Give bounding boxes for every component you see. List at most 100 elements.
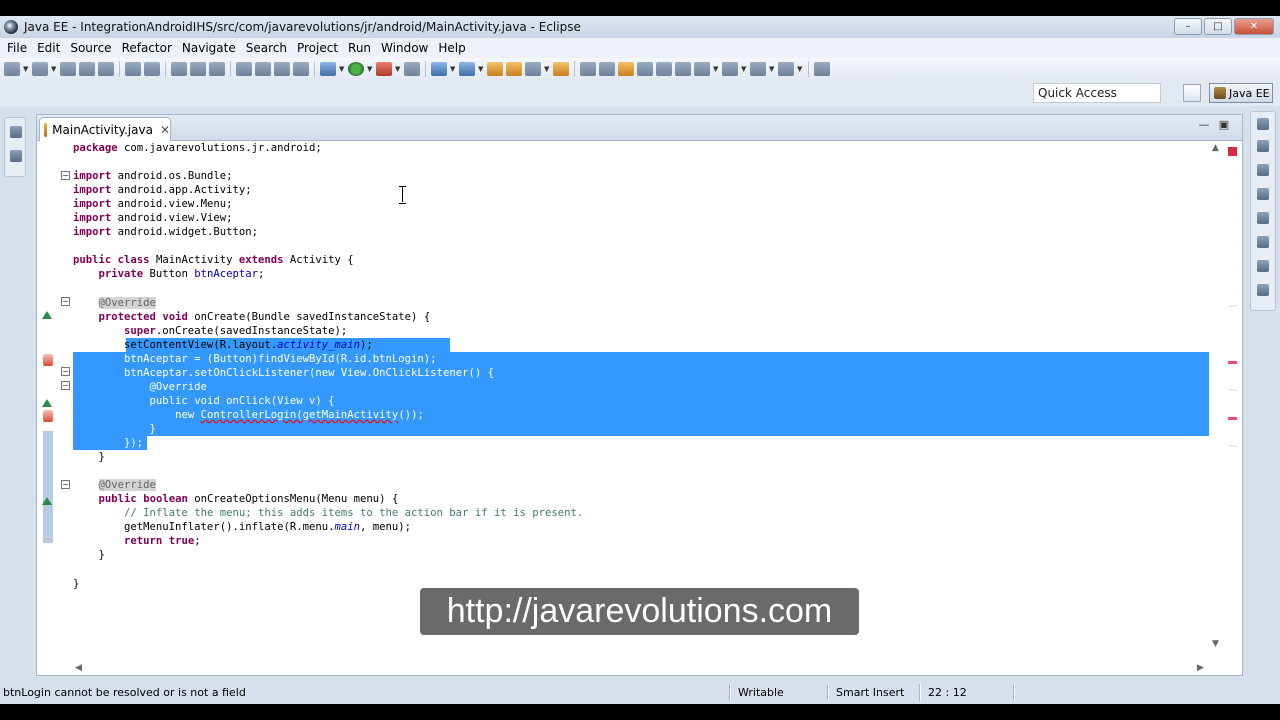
snippets-icon[interactable] [1257, 284, 1269, 296]
save-all-icon[interactable] [79, 62, 95, 76]
chevron-down-icon[interactable]: ▼ [713, 65, 719, 73]
vertical-scrollbar[interactable]: ▲ ▼ [1210, 141, 1222, 651]
maximize-editor-icon[interactable]: ▣ [1218, 119, 1230, 130]
forward-icon[interactable] [778, 62, 794, 76]
toggle-block-selection-icon[interactable] [599, 62, 615, 76]
server-icon[interactable] [404, 62, 420, 76]
chevron-down-icon[interactable]: ▼ [797, 65, 803, 73]
undo-icon[interactable] [190, 62, 206, 76]
overview-error-marker[interactable] [1228, 417, 1237, 420]
restore-icon[interactable] [1257, 118, 1269, 130]
scroll-up-icon[interactable]: ▲ [1212, 143, 1219, 153]
fold-toggle-icon[interactable]: − [61, 480, 70, 489]
error-summary-icon[interactable] [1228, 147, 1237, 156]
menu-project[interactable]: Project [292, 41, 343, 55]
error-marker-icon[interactable] [43, 354, 53, 366]
chevron-down-icon[interactable]: ▼ [51, 65, 57, 73]
chevron-down-icon[interactable]: ▼ [741, 65, 747, 73]
save-icon[interactable] [60, 62, 76, 76]
chevron-down-icon[interactable]: ▼ [769, 65, 775, 73]
pin-editor-icon[interactable] [814, 62, 830, 76]
horizontal-scrollbar[interactable]: ◀ ▶ [73, 663, 1209, 675]
overview-error-marker[interactable] [1228, 361, 1237, 364]
toggle-breadcrumb-icon[interactable] [656, 62, 672, 76]
highlight-icon[interactable] [618, 62, 634, 76]
external-tools-icon[interactable] [376, 62, 392, 76]
chevron-down-icon[interactable]: ▼ [450, 65, 456, 73]
fold-toggle-icon[interactable]: − [61, 381, 70, 390]
new-java-project-icon[interactable] [431, 62, 447, 76]
next-annotation-icon[interactable] [694, 62, 710, 76]
restore-icon[interactable] [10, 126, 22, 138]
properties-icon[interactable] [1257, 236, 1269, 248]
menu-source[interactable]: Source [65, 41, 116, 55]
code-line: public boolean onCreateOptionsMenu(Menu … [98, 493, 399, 506]
run-icon[interactable] [348, 62, 364, 76]
disconnect-icon[interactable] [293, 62, 309, 76]
scroll-down-icon[interactable]: ▼ [1212, 639, 1219, 649]
maximize-button[interactable]: □ [1204, 18, 1232, 35]
task-list-icon[interactable] [1257, 188, 1269, 200]
close-window-button[interactable]: ✕ [1234, 18, 1274, 35]
code-line: protected void onCreate(Bundle savedInst… [98, 310, 431, 323]
previous-annotation-icon[interactable] [722, 62, 738, 76]
minimize-editor-icon[interactable]: — [1198, 119, 1210, 130]
scroll-left-icon[interactable]: ◀ [75, 663, 82, 673]
menu-refactor[interactable]: Refactor [117, 41, 177, 55]
format-icon[interactable] [675, 62, 691, 76]
problems-icon[interactable] [1257, 260, 1269, 272]
servers-icon[interactable] [1257, 212, 1269, 224]
fold-toggle-icon[interactable]: − [61, 367, 70, 376]
chevron-down-icon[interactable]: ▼ [395, 65, 401, 73]
outline-icon[interactable] [1257, 164, 1269, 176]
toolbar-separator [808, 61, 809, 77]
resume-icon[interactable] [236, 62, 252, 76]
chevron-down-icon[interactable]: ▼ [367, 65, 373, 73]
chevron-down-icon[interactable]: ▼ [544, 65, 550, 73]
open-type-icon[interactable] [487, 62, 503, 76]
new-icon[interactable] [4, 62, 20, 76]
minimize-button[interactable]: – [1174, 18, 1202, 35]
skip-breakpoints-icon[interactable] [125, 62, 141, 76]
menu-bar: File Edit Source Refactor Navigate Searc… [0, 38, 1280, 58]
menu-run[interactable]: Run [343, 41, 376, 55]
show-whitespace-icon[interactable] [637, 62, 653, 76]
search-icon[interactable] [525, 62, 541, 76]
toggle-mark-occurrences-icon[interactable] [580, 62, 596, 76]
scroll-right-icon[interactable]: ▶ [1197, 663, 1204, 673]
menu-navigate[interactable]: Navigate [177, 41, 241, 55]
chevron-down-icon[interactable]: ▼ [339, 65, 345, 73]
build-icon[interactable] [144, 62, 160, 76]
open-perspective-icon[interactable] [1183, 84, 1201, 102]
main-toolbar: ▼ ▼ ▼ ▼ ▼ ▼ ▼ ▼ ▼ ▼ ▼ ▼ [0, 58, 1280, 80]
debug-icon[interactable] [320, 62, 336, 76]
back-icon[interactable] [750, 62, 766, 76]
code-area[interactable]: package com.javarevolutions.jr.android; i… [73, 141, 1209, 651]
open-resource-icon[interactable] [506, 62, 522, 76]
close-tab-icon[interactable]: ✕ [160, 123, 170, 137]
redo-icon[interactable] [209, 62, 225, 76]
chevron-down-icon[interactable]: ▼ [23, 65, 29, 73]
suspend-icon[interactable] [255, 62, 271, 76]
menu-window[interactable]: Window [376, 41, 433, 55]
console-icon[interactable] [1257, 140, 1269, 152]
menu-search[interactable]: Search [241, 41, 292, 55]
new-server-icon[interactable] [32, 62, 48, 76]
quick-access-input[interactable]: Quick Access [1033, 83, 1161, 103]
chevron-down-icon[interactable]: ▼ [478, 65, 484, 73]
new-class-icon[interactable] [459, 62, 475, 76]
error-marker-icon[interactable] [43, 410, 53, 422]
quick-access-row: Quick Access Java EE [0, 80, 1280, 106]
menu-help[interactable]: Help [433, 41, 470, 55]
stop-icon[interactable] [274, 62, 290, 76]
print-icon[interactable] [98, 62, 114, 76]
fold-toggle-icon[interactable]: − [61, 171, 70, 180]
tab-mainactivity-java[interactable]: MainActivity.java ✕ [39, 117, 171, 141]
menu-file[interactable]: File [2, 41, 32, 55]
fold-toggle-icon[interactable]: − [61, 297, 70, 306]
menu-edit[interactable]: Edit [32, 41, 65, 55]
perspective-java-ee-button[interactable]: Java EE [1209, 83, 1273, 103]
terminate-icon[interactable] [171, 62, 187, 76]
package-explorer-icon[interactable] [10, 150, 22, 162]
open-folder-icon[interactable] [553, 62, 569, 76]
